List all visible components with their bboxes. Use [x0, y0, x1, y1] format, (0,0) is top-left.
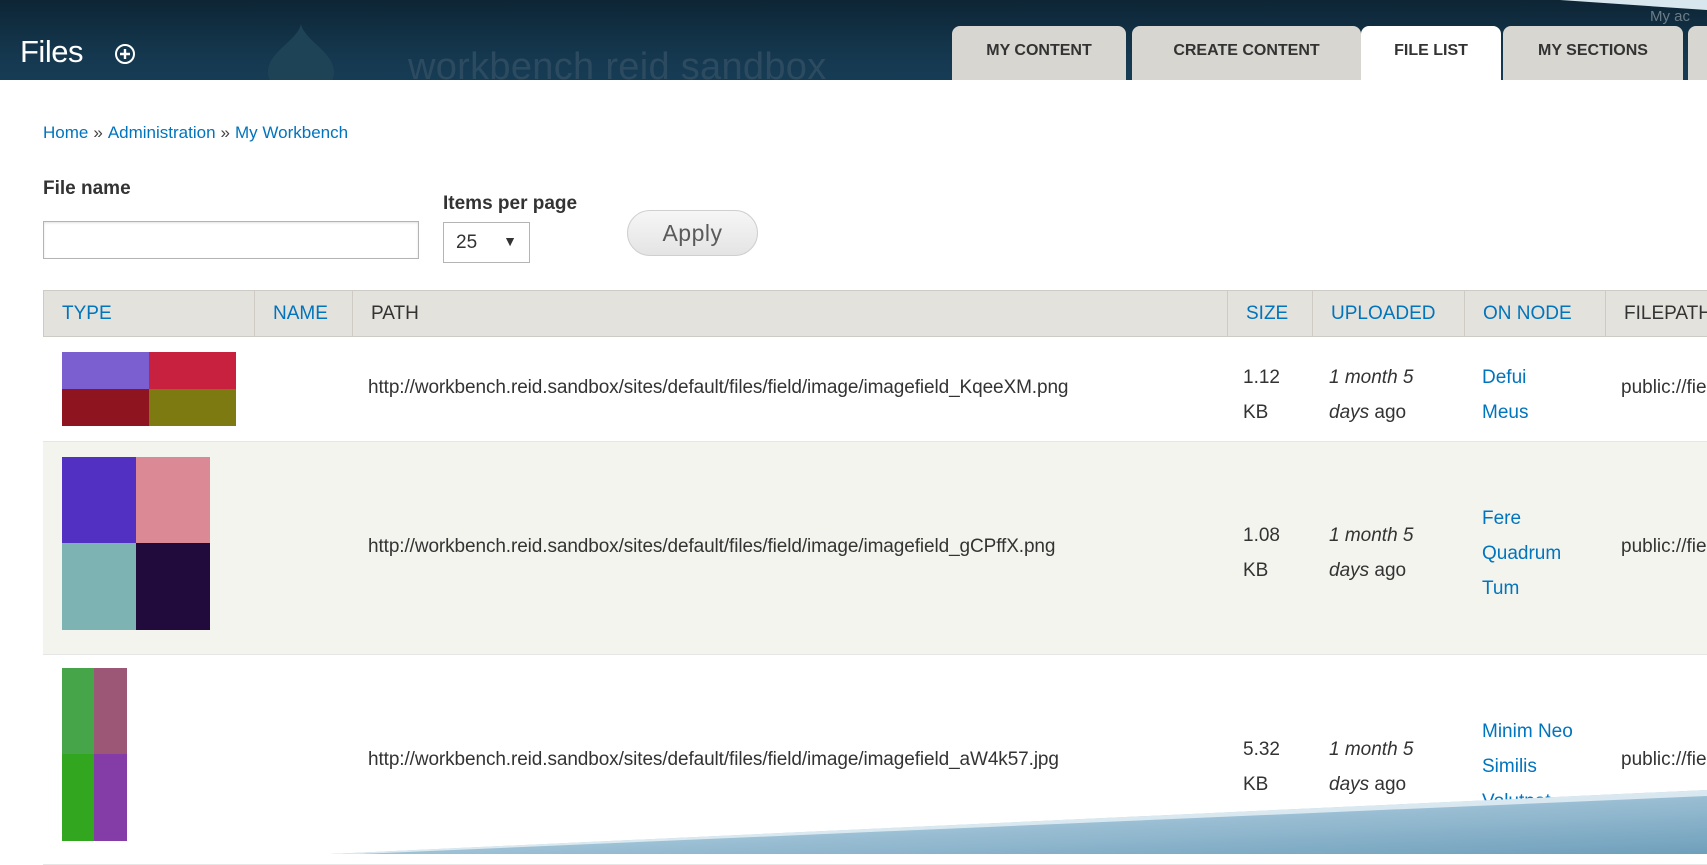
uploaded-suffix: ago [1374, 402, 1407, 423]
thumbnail-quadrant [94, 754, 127, 841]
tab-file-list[interactable]: FILE LIST [1361, 26, 1501, 80]
page-title: Files [20, 34, 83, 69]
tab-label: MY CONTENT [986, 42, 1092, 59]
breadcrumb-separator: » [93, 123, 103, 142]
file-uri: public://field/ir [1621, 749, 1707, 770]
thumbnail-quadrant [94, 668, 127, 754]
breadcrumb: Home» Administration» My Workbench [43, 123, 348, 143]
tab-create-content[interactable]: CREATE CONTENT [1132, 26, 1361, 80]
column-header-type[interactable]: TYPE [44, 291, 255, 336]
user-account-link[interactable]: My ac [1650, 8, 1690, 25]
thumbnail-quadrant [62, 352, 149, 389]
thumbnail-quadrant [62, 668, 94, 754]
file-size-unit: KB [1243, 402, 1269, 423]
uploaded-suffix: ago [1374, 774, 1407, 795]
file-size-value: 1.08 [1243, 525, 1280, 546]
caret-down-icon: ▼ [503, 233, 517, 249]
file-path: http://workbench.reid.sandbox/sites/defa… [368, 749, 1059, 770]
thumbnail-quadrant [62, 389, 149, 426]
file-path: http://workbench.reid.sandbox/sites/defa… [368, 536, 1056, 557]
breadcrumb-my-workbench[interactable]: My Workbench [235, 123, 348, 142]
thumbnail-quadrant [136, 543, 210, 630]
column-header-path: PATH [353, 291, 1228, 336]
file-size-value: 1.12 [1243, 367, 1280, 388]
image-thumbnail[interactable] [62, 352, 236, 426]
node-link[interactable]: Fere [1482, 501, 1561, 536]
node-link[interactable]: Tum [1482, 571, 1561, 606]
node-link[interactable]: Quadrum [1482, 536, 1561, 571]
file-size-value: 5.32 [1243, 739, 1280, 760]
file-size-unit: KB [1243, 560, 1269, 581]
file-uri: public://field/ir [1621, 536, 1707, 557]
circle-plus-icon[interactable] [114, 43, 136, 65]
thumbnail-quadrant [62, 543, 136, 630]
breadcrumb-administration[interactable]: Administration [108, 123, 216, 142]
uploaded-unit: days [1329, 560, 1370, 581]
file-name-input[interactable] [43, 221, 419, 259]
thumbnail-quadrant [62, 457, 136, 543]
on-node-links: Fere Quadrum Tum [1482, 501, 1561, 606]
column-header-on-node[interactable]: ON NODE [1465, 291, 1606, 336]
tab-my-content[interactable]: MY CONTENT [952, 26, 1126, 80]
uploaded-duration: 1 month 5 [1329, 739, 1414, 760]
node-link[interactable]: Volutpat [1482, 784, 1573, 819]
image-thumbnail[interactable] [62, 668, 127, 841]
file-size: 5.32 KB [1243, 732, 1280, 802]
thumbnail-quadrant [62, 754, 94, 841]
apply-button[interactable]: Apply [627, 210, 758, 256]
uploaded-time: 1 month 5 days ago [1329, 732, 1414, 802]
thumbnail-quadrant [149, 389, 236, 426]
drupal-drop-logo [268, 24, 334, 80]
tab-my-sections[interactable]: MY SECTIONS [1503, 26, 1683, 80]
thumbnail-quadrant [149, 352, 236, 389]
table-row: http://workbench.reid.sandbox/sites/defa… [43, 442, 1707, 655]
top-header-bar: Files workbench reid sandbox My ac MY CO… [0, 0, 1707, 80]
breadcrumb-home[interactable]: Home [43, 123, 88, 142]
table-row: http://workbench.reid.sandbox/sites/defa… [43, 655, 1707, 865]
column-header-size[interactable]: SIZE [1228, 291, 1313, 336]
site-name: workbench reid sandbox [408, 46, 827, 80]
tab-label: CREATE CONTENT [1173, 42, 1320, 59]
uploaded-unit: days [1329, 774, 1370, 795]
on-node-links: Minim Neo Similis Volutpat [1482, 714, 1573, 819]
tab-more[interactable] [1688, 26, 1707, 80]
image-thumbnail[interactable] [62, 457, 210, 630]
file-size: 1.08 KB [1243, 518, 1280, 588]
uploaded-time: 1 month 5 days ago [1329, 360, 1414, 430]
items-per-page-value: 25 [456, 231, 478, 253]
breadcrumb-separator: » [220, 123, 231, 142]
on-node-links: Defui Meus [1482, 360, 1528, 430]
node-link[interactable]: Similis [1482, 749, 1573, 784]
uploaded-time: 1 month 5 days ago [1329, 518, 1414, 588]
uploaded-suffix: ago [1374, 560, 1407, 581]
table-header: TYPE NAME PATH SIZE UPLOADED ON NODE FIL… [43, 290, 1707, 337]
items-per-page-select[interactable]: 25 ▼ [443, 222, 530, 263]
file-size-unit: KB [1243, 774, 1269, 795]
column-header-filepath: FILEPATH [1624, 303, 1707, 324]
items-per-page-label: Items per page [443, 193, 578, 214]
column-header-uploaded[interactable]: UPLOADED [1313, 291, 1465, 336]
uploaded-unit: days [1329, 402, 1370, 423]
file-uri: public://field/ir [1621, 377, 1707, 398]
tab-label: FILE LIST [1394, 42, 1468, 59]
file-path: http://workbench.reid.sandbox/sites/defa… [368, 377, 1069, 398]
uploaded-duration: 1 month 5 [1329, 525, 1414, 546]
node-link[interactable]: Meus [1482, 395, 1528, 430]
tab-label: MY SECTIONS [1538, 42, 1648, 59]
uploaded-duration: 1 month 5 [1329, 367, 1414, 388]
thumbnail-quadrant [136, 457, 210, 543]
node-link[interactable]: Minim Neo [1482, 714, 1573, 749]
file-size: 1.12 KB [1243, 360, 1280, 430]
column-header-name[interactable]: NAME [255, 291, 353, 336]
node-link[interactable]: Defui [1482, 360, 1528, 395]
file-name-label: File name [43, 178, 131, 199]
table-row: http://workbench.reid.sandbox/sites/defa… [43, 337, 1707, 442]
